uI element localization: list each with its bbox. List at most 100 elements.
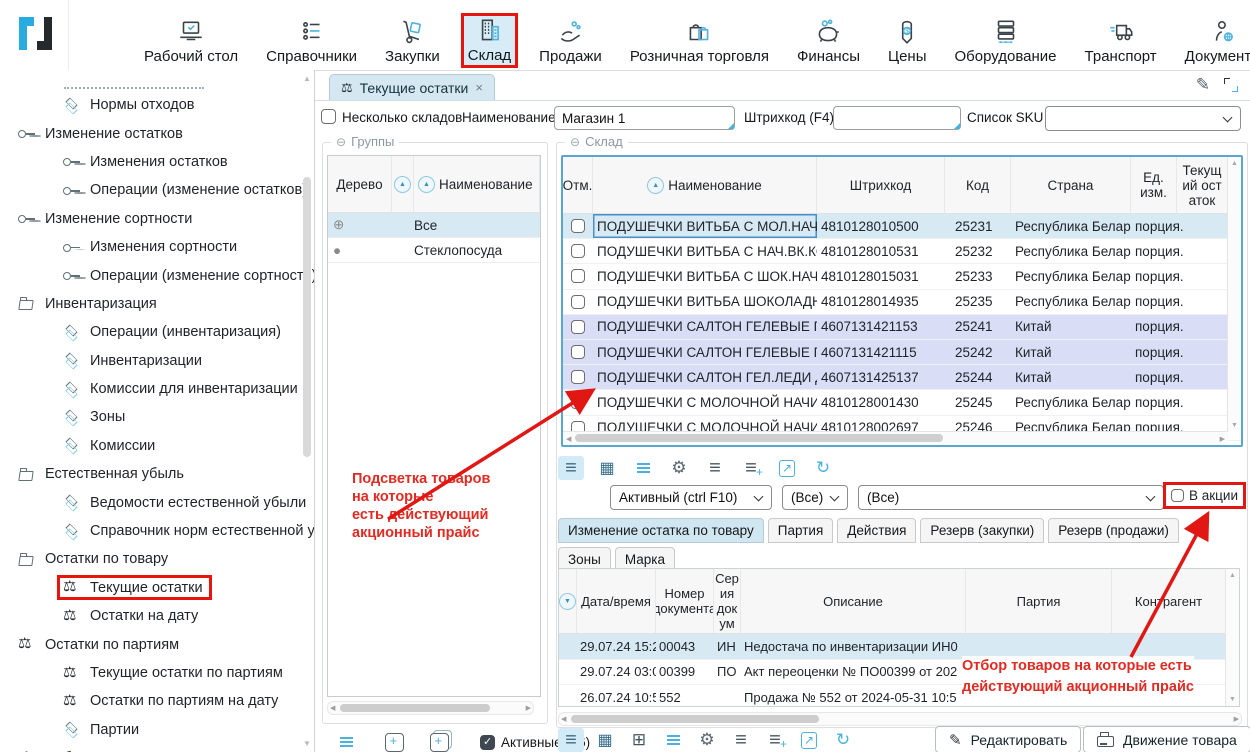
- settings-gear-icon[interactable]: [666, 456, 692, 480]
- scroll-down-icon[interactable]: [303, 739, 311, 748]
- warehouse-row[interactable]: ПОДУШЕЧКИ ВИТЬБА ШОКОЛАДНО 4810128014935…: [563, 290, 1241, 315]
- warehouse-row[interactable]: ПОДУШЕЧКИ С МОЛОЧНОЙ НАЧИ 4810128001430 …: [563, 390, 1241, 415]
- row-checkbox[interactable]: [571, 345, 585, 359]
- name-filter-input[interactable]: [554, 106, 735, 130]
- nav-warehouse[interactable]: Склад: [461, 13, 518, 68]
- scrollbar-thumb[interactable]: [571, 715, 819, 723]
- column-header-number[interactable]: Номер документа: [656, 569, 714, 633]
- add-group-icon[interactable]: [385, 733, 404, 752]
- sidebar-item-10[interactable]: Комиссии для инвентаризации: [0, 375, 314, 403]
- scrollbar-thumb[interactable]: [575, 434, 943, 442]
- multi-warehouse-checkbox[interactable]: [321, 109, 336, 124]
- sidebar-item-22[interactable]: Партии: [0, 716, 314, 744]
- column-header-batch[interactable]: Партия: [966, 569, 1112, 633]
- numbered-list-icon[interactable]: [702, 456, 728, 480]
- add-subgroup-icon[interactable]: [430, 733, 449, 752]
- sidebar-item-1[interactable]: Изменение остатков: [0, 119, 314, 147]
- column-header-mark[interactable]: Отм.: [563, 157, 593, 213]
- column-header-tree[interactable]: Дерево: [328, 156, 392, 212]
- sidebar-item-0[interactable]: Нормы отходов: [0, 91, 314, 119]
- filter-select-2[interactable]: (Все): [782, 485, 848, 510]
- sidebar-item-15[interactable]: Справочник норм естественной убыли: [0, 517, 314, 545]
- detail-tab-2[interactable]: Действия: [837, 518, 916, 543]
- nav-prices[interactable]: $ Цены: [882, 15, 933, 68]
- column-header-unit[interactable]: Ед. изм.: [1131, 157, 1177, 213]
- scroll-down-icon[interactable]: [1229, 696, 1236, 703]
- scroll-left-icon[interactable]: [566, 435, 571, 443]
- collapse-icon[interactable]: ⊖: [336, 135, 346, 149]
- row-checkbox[interactable]: [571, 370, 585, 384]
- warehouse-row[interactable]: ПОДУШЕЧКИ ВИТЬБА С НАЧ.ВК.КОН 4810128010…: [563, 239, 1241, 264]
- filter-icon[interactable]: [660, 728, 686, 752]
- sort-desc-icon[interactable]: ▼: [559, 593, 576, 610]
- column-header-code[interactable]: Код: [945, 157, 1011, 213]
- detail-tab-3[interactable]: Резерв (закупки): [920, 518, 1044, 543]
- group-row[interactable]: ⊕ Все: [328, 213, 540, 238]
- sidebar-item-21[interactable]: Остатки по партиям на дату: [0, 687, 314, 715]
- column-header-series[interactable]: Серия докум: [714, 569, 741, 633]
- groups-hscrollbar[interactable]: [327, 701, 534, 715]
- nav-desktop[interactable]: Рабочий стол: [138, 15, 244, 68]
- refresh-icon[interactable]: [830, 728, 856, 752]
- nav-transport[interactable]: Транспорт: [1079, 15, 1163, 68]
- barcode-filter-input[interactable]: [833, 106, 961, 130]
- collapse-icon[interactable]: ⊖: [570, 135, 580, 149]
- add-list-icon[interactable]: [738, 456, 764, 480]
- scroll-down-icon[interactable]: [1231, 422, 1238, 429]
- column-sort[interactable]: ▲: [392, 156, 414, 212]
- sidebar-scrollbar[interactable]: [302, 72, 313, 750]
- column-header-name[interactable]: ▲Наименование: [593, 157, 817, 213]
- scrollbar-thumb[interactable]: [340, 704, 490, 712]
- tree-node-icon[interactable]: ●: [328, 243, 392, 258]
- column-header-datetime[interactable]: Дата/время: [577, 569, 656, 633]
- detail-tab-1[interactable]: Партия: [768, 518, 833, 543]
- edit-pencil-icon[interactable]: [1196, 75, 1210, 95]
- row-checkbox[interactable]: [571, 244, 585, 258]
- column-sort[interactable]: ▼: [559, 569, 577, 633]
- sort-asc-icon[interactable]: ▲: [394, 176, 411, 193]
- column-header-name[interactable]: ▲Наименование: [414, 156, 540, 212]
- list-view-icon[interactable]: [558, 728, 584, 752]
- refresh-icon[interactable]: [810, 456, 836, 480]
- sidebar-item-20[interactable]: Текущие остатки по партиям: [0, 659, 314, 687]
- scroll-left-icon[interactable]: [330, 704, 335, 712]
- edit-button[interactable]: Редактировать: [935, 726, 1081, 752]
- warehouse-row[interactable]: ПОДУШЕЧКИ САЛТОН ГЕЛЕВЫЕ ПО 460713142111…: [563, 340, 1241, 365]
- tab-current-stock[interactable]: ⚖ Текущие остатки ×: [329, 74, 495, 100]
- scroll-right-icon[interactable]: [1220, 435, 1225, 443]
- movements-hscrollbar[interactable]: [558, 712, 1242, 726]
- sidebar-item-6[interactable]: Операции (изменение сортности): [0, 261, 314, 289]
- scroll-up-icon[interactable]: [1231, 160, 1238, 167]
- table-view-icon[interactable]: [592, 728, 618, 752]
- filter-select-3[interactable]: (Все): [858, 485, 1164, 510]
- group-row[interactable]: ● Стеклопосуда: [328, 238, 540, 263]
- scroll-right-icon[interactable]: [1234, 715, 1239, 723]
- sidebar-item-8[interactable]: Операции (инвентаризация): [0, 318, 314, 346]
- scroll-left-icon[interactable]: [561, 715, 566, 723]
- sidebar-item-9[interactable]: Инвентаризации: [0, 347, 314, 375]
- sidebar-item-11[interactable]: Зоны: [0, 403, 314, 431]
- sidebar-item-7[interactable]: Инвентаризация: [0, 290, 314, 318]
- open-external-icon[interactable]: [796, 728, 822, 752]
- sidebar-item-16[interactable]: Остатки по товару: [0, 545, 314, 573]
- detail-tab-4[interactable]: Резерв (продажи): [1048, 518, 1179, 543]
- detail-tab-0[interactable]: Изменение остатка по товару: [558, 518, 764, 543]
- warehouse-row[interactable]: ПОДУШЕЧКИ САЛТОН ГЕЛ.ЛЕДИ Д/ 46071314251…: [563, 365, 1241, 390]
- row-checkbox[interactable]: [571, 395, 585, 409]
- warehouse-row[interactable]: ПОДУШЕЧКИ ВИТЬБА С ШОК.НАЧ. 481012801503…: [563, 264, 1241, 289]
- nav-retail[interactable]: Розничная торговля: [624, 15, 775, 68]
- row-checkbox[interactable]: [571, 219, 585, 233]
- scroll-right-icon[interactable]: [526, 704, 531, 712]
- status-select[interactable]: Активный (ctrl F10): [610, 485, 772, 510]
- row-checkbox[interactable]: [571, 295, 585, 309]
- sidebar-item-13[interactable]: Естественная убыль: [0, 460, 314, 488]
- sidebar-item-19[interactable]: Остатки по партиям: [0, 630, 314, 658]
- table-view-icon[interactable]: [594, 456, 620, 480]
- scrollbar-thumb[interactable]: [303, 177, 311, 457]
- column-header-country[interactable]: Страна: [1011, 157, 1131, 213]
- column-header-barcode[interactable]: Штрихкод: [817, 157, 945, 213]
- sidebar-item-2[interactable]: Изменения остатков: [0, 148, 314, 176]
- sidebar-item-12[interactable]: Комиссии: [0, 432, 314, 460]
- nav-finance[interactable]: Финансы: [791, 15, 866, 68]
- settings-gear-icon[interactable]: [694, 728, 720, 752]
